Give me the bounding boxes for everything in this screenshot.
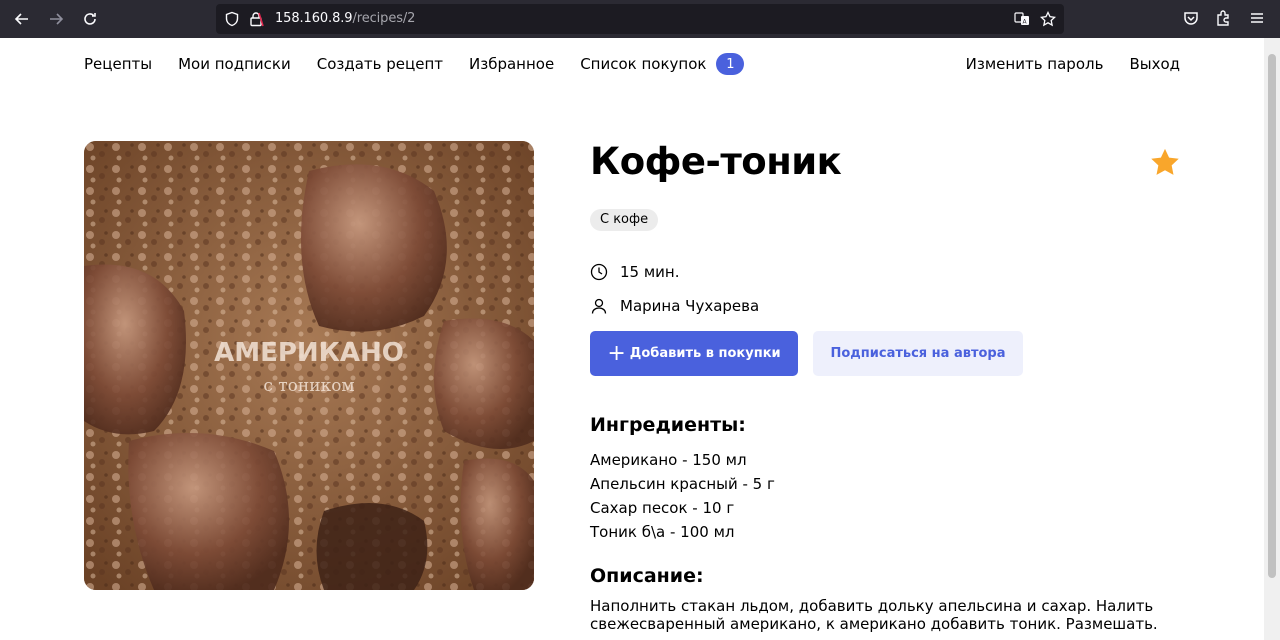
main-nav: Рецепты Мои подписки Создать рецепт Избр…: [84, 52, 745, 76]
cooking-time: 15 мин.: [590, 263, 680, 281]
image-title: АМЕРИКАНО: [214, 338, 404, 368]
nav-subscriptions[interactable]: Мои подписки: [178, 55, 291, 73]
ingredient-item: Сахар песок - 10 г: [590, 499, 735, 517]
favorite-star-icon[interactable]: [1148, 146, 1182, 180]
ingredient-item: Тоник б\а - 100 мл: [590, 523, 735, 541]
nav-recipes[interactable]: Рецепты: [84, 55, 152, 73]
cooking-time-value: 15 мин.: [620, 263, 680, 281]
menu-icon[interactable]: [1248, 9, 1266, 27]
lock-icon[interactable]: [248, 11, 264, 27]
scrollbar-thumb[interactable]: [1268, 54, 1276, 578]
url-text: 158.160.8.9/recipes/2: [275, 11, 415, 26]
nav-change-password[interactable]: Изменить пароль: [966, 55, 1104, 73]
plus-icon: +: [607, 340, 626, 366]
ingredients-title: Ингредиенты:: [590, 414, 746, 436]
recipe-image: АМЕРИКАНО с тоником: [84, 141, 534, 590]
nav-favorites[interactable]: Избранное: [469, 55, 554, 73]
add-to-shopping-button[interactable]: + Добавить в покупки: [590, 331, 798, 376]
browser-toolbar: 158.160.8.9/recipes/2 A: [0, 0, 1280, 38]
pocket-icon[interactable]: [1182, 9, 1200, 27]
translate-icon[interactable]: A: [1014, 11, 1030, 27]
subscribe-author-button[interactable]: Подписаться на автора: [813, 331, 1023, 376]
extensions-icon[interactable]: [1214, 9, 1232, 27]
address-bar[interactable]: 158.160.8.9/recipes/2 A: [216, 4, 1064, 34]
nav-create-recipe[interactable]: Создать рецепт: [317, 55, 443, 73]
bookmark-star-icon[interactable]: [1040, 11, 1056, 27]
ingredient-item: Американо - 150 мл: [590, 451, 747, 469]
add-to-shopping-label: Добавить в покупки: [629, 346, 781, 361]
back-icon[interactable]: [10, 7, 34, 31]
shopping-count-badge: 1: [716, 53, 745, 75]
page-scrollbar[interactable]: [1264, 38, 1280, 640]
author-name[interactable]: Марина Чухарева: [620, 297, 759, 315]
reload-icon[interactable]: [78, 7, 102, 31]
recipe-tag[interactable]: С кофе: [590, 209, 659, 231]
recipe-title: Кофе-тоник: [590, 140, 842, 183]
url-path: /recipes/2: [352, 11, 416, 26]
clock-icon: [590, 263, 608, 281]
nav-logout[interactable]: Выход: [1129, 55, 1180, 73]
shield-icon[interactable]: [224, 11, 240, 27]
forward-icon[interactable]: [44, 7, 68, 31]
description-text: Наполнить стакан льдом, добавить дольку …: [590, 597, 1158, 633]
ingredients-list: Американо - 150 мл Апельсин красный - 5 …: [590, 451, 775, 547]
image-subtitle: с тоником: [263, 376, 354, 396]
ingredient-item: Апельсин красный - 5 г: [590, 475, 775, 493]
user-icon: [591, 298, 607, 314]
recipe-author: Марина Чухарева: [590, 297, 759, 315]
description-title: Описание:: [590, 565, 704, 587]
url-host: 158.160.8.9: [275, 11, 353, 26]
nav-shopping-list[interactable]: Список покупок: [580, 55, 706, 73]
account-nav: Изменить пароль Выход: [940, 52, 1180, 76]
